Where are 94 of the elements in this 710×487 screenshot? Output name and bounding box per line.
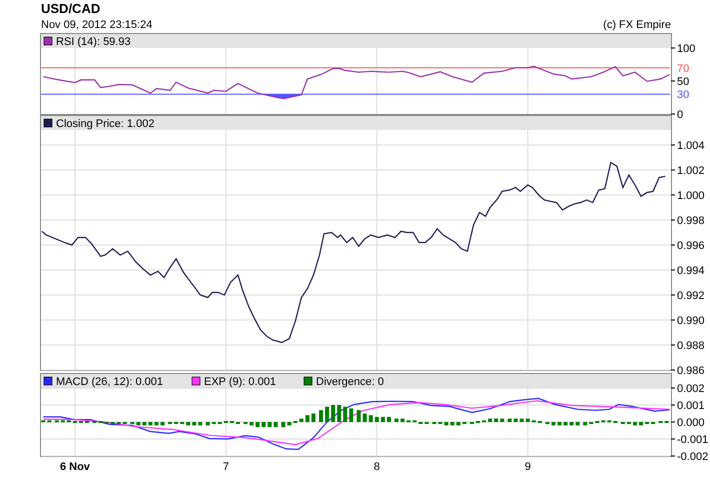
legend-label: Closing Price: 1.002: [56, 118, 154, 130]
divergence-bar: [551, 422, 556, 426]
axis-label: 0: [677, 109, 684, 121]
divergence-bar: [564, 422, 568, 426]
axis-label: -0.001: [677, 434, 708, 446]
axis-label: 0.002: [677, 383, 705, 395]
divergence-bar: [570, 422, 574, 426]
axis-label: 0.000: [677, 417, 705, 429]
axis-label: 1.000: [677, 190, 705, 202]
timestamp: Nov 09, 2012 23:15:24: [41, 18, 152, 32]
legend-label: EXP (9): 0.001: [204, 376, 276, 388]
axis-label: 100: [677, 43, 696, 55]
axis-label: 0.001: [677, 400, 705, 412]
divergence-bar: [374, 416, 379, 422]
divergence-bar: [186, 422, 190, 426]
divergence-bar: [412, 420, 417, 422]
axis-label: 1.004: [677, 140, 705, 152]
chart-title: USD/CAD: [41, 1, 100, 16]
divergence-bar: [406, 420, 411, 422]
divergence-bar: [520, 418, 524, 422]
divergence-bar: [444, 422, 448, 426]
divergence-bar: [325, 406, 330, 422]
divergence-bar: [576, 422, 580, 426]
divergence-bar: [305, 415, 310, 422]
divergence-bar: [154, 422, 158, 426]
divergence-bar: [632, 422, 637, 426]
divergence-bar: [66, 420, 71, 422]
divergence-bar: [394, 418, 398, 422]
divergence-bar: [532, 420, 536, 422]
divergence-bar: [54, 420, 59, 422]
divergence-bar: [380, 416, 385, 422]
divergence-bar: [558, 422, 562, 426]
axis-label: 1.002: [677, 165, 705, 177]
divergence-bar: [639, 422, 644, 426]
copyright: (c) FX Empire: [603, 18, 671, 32]
divergence-bar: [311, 414, 316, 422]
divergence-bar: [60, 420, 65, 422]
divergence-bar: [287, 422, 292, 426]
divergence-bar: [136, 422, 140, 426]
axis-label: 0.998: [677, 215, 705, 227]
divergence-bar: [319, 410, 323, 422]
axis-label: -0.002: [677, 451, 708, 463]
divergence-bar: [198, 422, 202, 426]
divergence-bar: [206, 422, 210, 426]
divergence-bar: [514, 418, 518, 422]
divergence-bar: [281, 422, 286, 428]
axis-label: 0.992: [677, 290, 705, 302]
divergence-bar: [299, 418, 304, 422]
divergence-bar: [607, 420, 612, 422]
divergence-bar: [160, 422, 165, 426]
divergence-bar: [583, 422, 588, 426]
axis-label: 0.990: [677, 315, 705, 327]
divergence-bar: [256, 422, 260, 428]
divergence-bar: [142, 422, 146, 426]
axis-label: 0.986: [677, 365, 705, 377]
divergence-bar: [508, 418, 512, 422]
legend-label: RSI (14): 59.93: [56, 36, 131, 48]
divergence-bar: [488, 418, 492, 422]
axis-label: 0.988: [677, 340, 705, 352]
axis-label: 6 Nov: [60, 461, 90, 473]
legend-label: Divergence: 0: [316, 376, 384, 388]
divergence-bar: [268, 422, 272, 428]
divergence-bar: [450, 422, 454, 426]
divergence-bar: [343, 406, 348, 422]
divergence-bar: [262, 422, 266, 428]
divergence-bar: [362, 414, 367, 422]
axis-label: 50: [677, 76, 690, 88]
axis-label: 9: [524, 461, 531, 473]
divergence-bar: [349, 408, 354, 422]
axis-label: 0.996: [677, 240, 705, 252]
divergence-bar: [337, 405, 342, 422]
axis-label: 7: [222, 461, 229, 473]
axis-label: 0.994: [677, 265, 705, 277]
divergence-bar: [331, 405, 336, 422]
divergence-bar: [148, 422, 152, 426]
divergence-bar: [482, 420, 486, 422]
divergence-bar: [250, 422, 254, 426]
divergence-bar: [192, 422, 196, 426]
divergence-bar: [456, 422, 460, 426]
divergence-bar: [500, 418, 504, 422]
divergence-bar: [356, 410, 361, 422]
divergence-bar: [601, 420, 606, 422]
divergence-bar: [41, 420, 46, 422]
axis-label: 8: [374, 461, 380, 473]
axis-label: 30: [677, 89, 690, 102]
legend-label: MACD (26, 12): 0.001: [56, 376, 163, 388]
divergence-bar: [526, 418, 530, 422]
axis-label: 70: [677, 62, 690, 75]
divergence-bar: [494, 418, 498, 422]
divergence-bar: [47, 420, 52, 422]
divergence-bar: [386, 416, 391, 422]
divergence-bar: [400, 418, 405, 422]
divergence-bar: [368, 415, 373, 422]
divergence-bar: [274, 422, 278, 428]
